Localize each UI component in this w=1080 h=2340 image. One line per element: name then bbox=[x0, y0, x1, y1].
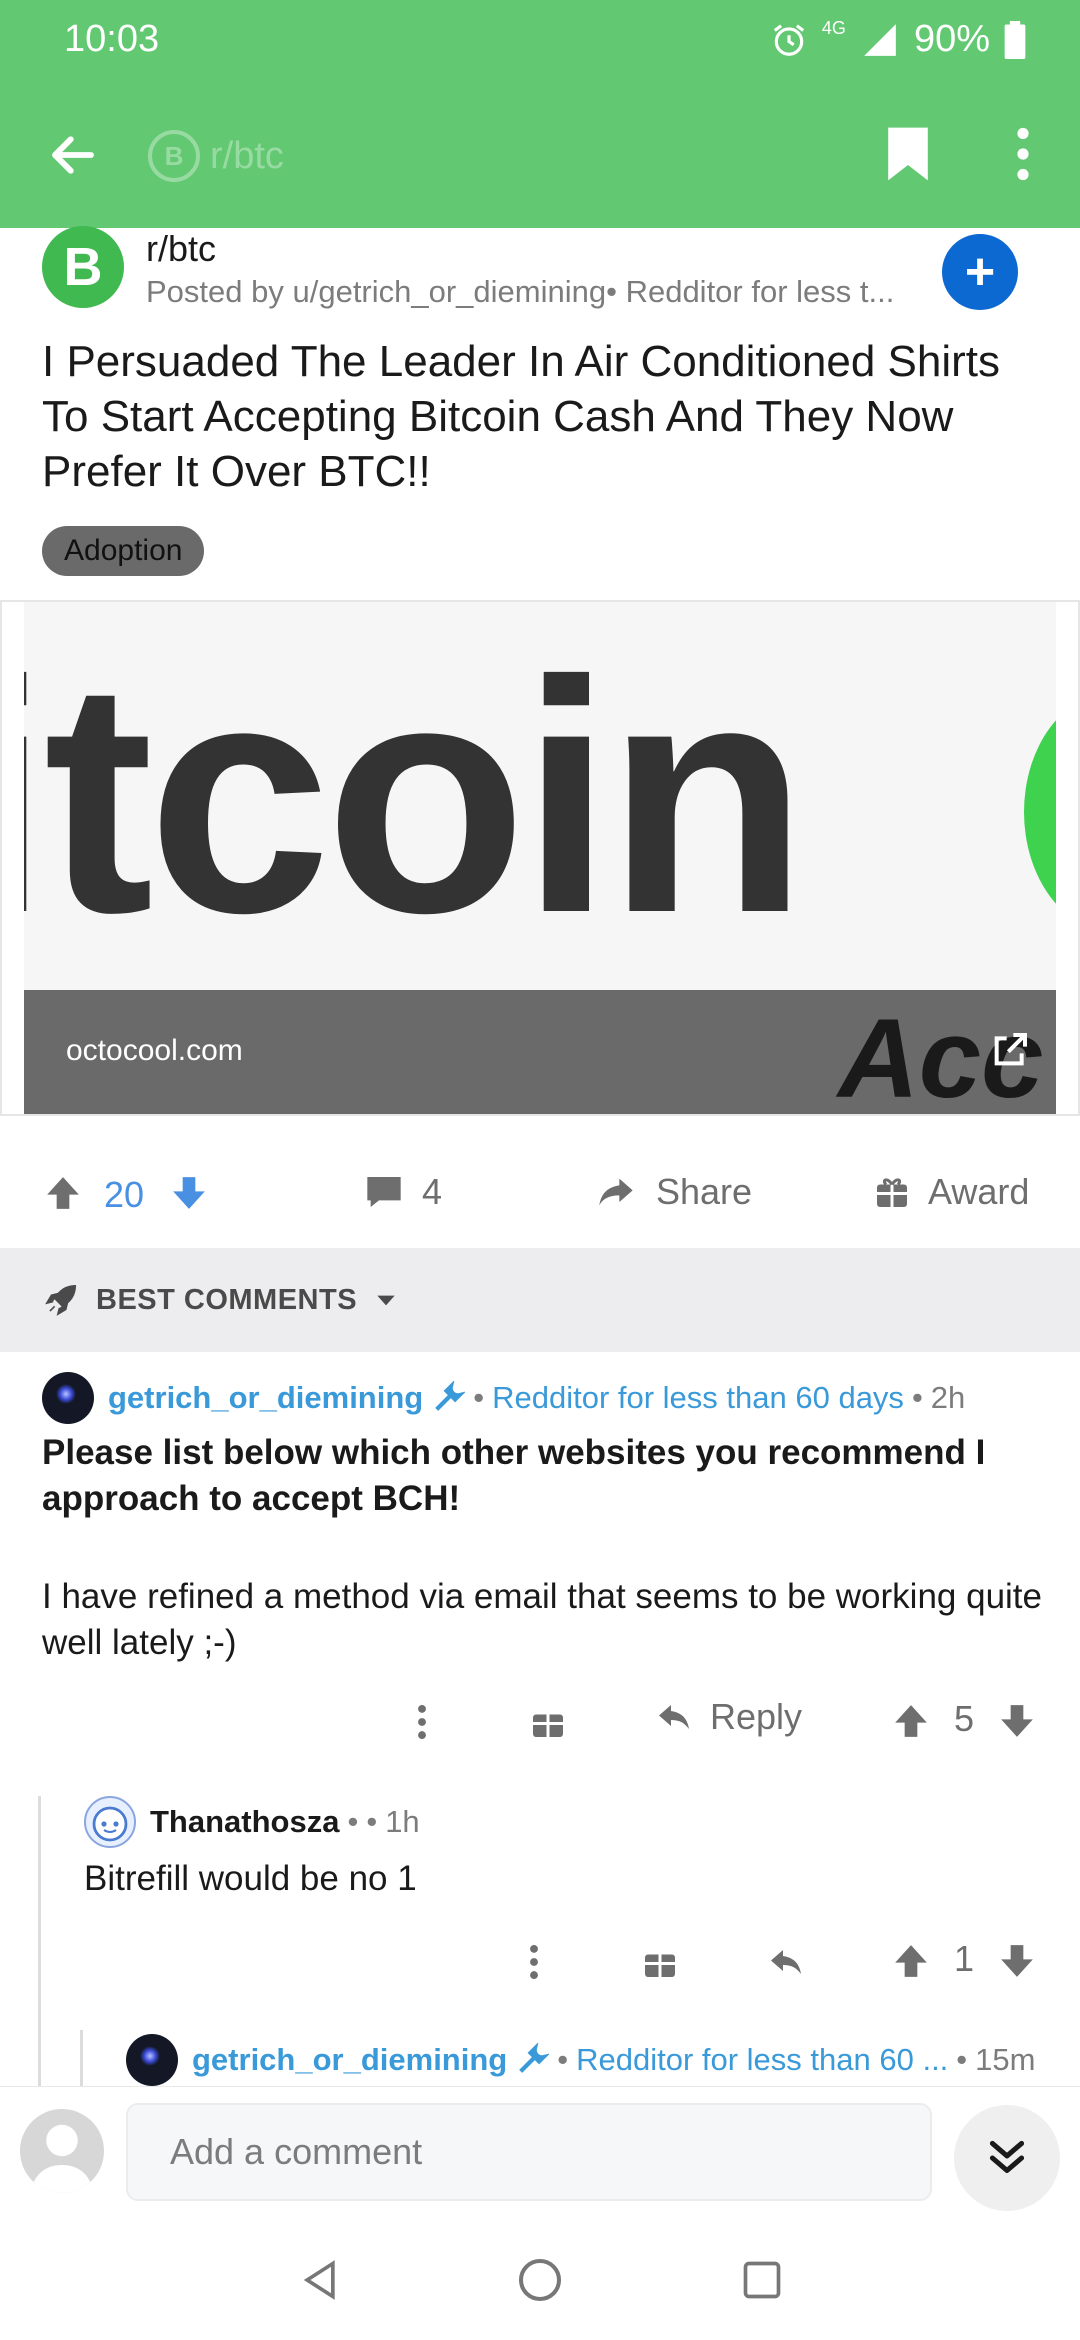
rocket-icon bbox=[45, 1284, 77, 1316]
gift-icon bbox=[877, 1178, 907, 1207]
wrench-icon bbox=[435, 1381, 466, 1411]
comment-body: Please list below which other websites y… bbox=[42, 1430, 1042, 1522]
battery-icon bbox=[1004, 20, 1026, 59]
subreddit-avatar[interactable]: B bbox=[42, 226, 124, 308]
status-icons: 4G 90% bbox=[770, 18, 1026, 61]
post-detail-screen: 10:03 4G 90% B r/btc B r/btc Posted by u… bbox=[0, 0, 1080, 2340]
subreddit-name[interactable]: r/btc bbox=[146, 228, 216, 270]
comment-meta: Thanathosza • • 1h bbox=[150, 1804, 420, 1840]
external-link-icon bbox=[994, 1033, 1027, 1066]
nav-recents-icon[interactable] bbox=[740, 2258, 784, 2302]
app-header: 10:03 4G 90% B r/btc bbox=[0, 0, 1080, 228]
comment-username[interactable]: getrich_or_diemining bbox=[108, 1380, 423, 1416]
comment-username[interactable]: getrich_or_diemining bbox=[192, 2042, 507, 2078]
comment-age: 1h bbox=[385, 1804, 420, 1839]
system-nav-bar bbox=[0, 2218, 1080, 2340]
sort-label: BEST COMMENTS bbox=[96, 1283, 358, 1316]
award-label: Award bbox=[928, 1171, 1030, 1212]
bookmark-icon[interactable] bbox=[886, 124, 930, 184]
comment-actions: Reply 5 bbox=[0, 1690, 1080, 1750]
reply-icon bbox=[659, 1705, 689, 1729]
comment-actions: 1 bbox=[0, 1930, 1080, 1990]
join-subreddit-button[interactable]: + bbox=[942, 234, 1018, 310]
downvote-icon[interactable] bbox=[998, 1702, 1036, 1740]
post-title: I Persuaded The Leader In Air Conditione… bbox=[42, 337, 1001, 496]
comment-bubble-icon bbox=[367, 1177, 401, 1207]
reply-label: Reply bbox=[710, 1696, 803, 1737]
snoo-icon bbox=[92, 1806, 128, 1842]
comments-button[interactable]: 4 bbox=[364, 1130, 442, 1254]
comment-bold-text: Please list below which other websites y… bbox=[42, 1433, 986, 1518]
alarm-icon bbox=[773, 23, 805, 56]
avatar[interactable] bbox=[42, 1372, 94, 1424]
comment-score: 5 bbox=[954, 1698, 975, 1739]
share-button[interactable]: Share bbox=[594, 1130, 752, 1254]
user-flair: Redditor for less than 60 ... bbox=[576, 2042, 949, 2077]
header-subreddit-name: r/btc bbox=[210, 134, 284, 177]
comment-count: 4 bbox=[422, 1171, 443, 1212]
award-button[interactable]: Award bbox=[874, 1130, 1029, 1254]
user-avatar[interactable] bbox=[20, 2109, 104, 2193]
upvote-icon[interactable] bbox=[44, 1174, 82, 1212]
bitcoin-cash-icon: B bbox=[148, 130, 200, 182]
add-comment-input[interactable]: Add a comment bbox=[126, 2103, 932, 2201]
comment-meta: getrich_or_diemining • Redditor for less… bbox=[192, 2042, 1036, 2078]
gift-icon[interactable] bbox=[530, 1704, 566, 1740]
comment-score: 1 bbox=[954, 1938, 975, 1979]
user-flair: Redditor for less than 60 days bbox=[492, 1380, 904, 1415]
nav-home-icon[interactable] bbox=[516, 2256, 564, 2304]
comment-age: 15m bbox=[975, 2042, 1036, 2077]
downvote-icon[interactable] bbox=[998, 1942, 1036, 1980]
post-score: 20 bbox=[104, 1174, 145, 1215]
comment-body-text: I have refined a method via email that s… bbox=[42, 1577, 1042, 1662]
link-domain: octocool.com bbox=[66, 1034, 243, 1067]
network-label: 4G bbox=[821, 18, 846, 38]
comment-username[interactable]: Thanathosza bbox=[150, 1804, 339, 1840]
comment-composer-bar: Add a comment bbox=[0, 2086, 1080, 2218]
avatar[interactable] bbox=[84, 1796, 136, 1848]
double-chevron-down-icon bbox=[989, 2140, 1025, 2173]
battery-percent: 90% bbox=[913, 18, 990, 60]
avatar[interactable] bbox=[126, 2034, 178, 2086]
status-time: 10:03 bbox=[64, 18, 160, 60]
post-flair[interactable]: Adoption bbox=[42, 526, 205, 576]
default-user-icon bbox=[30, 2124, 94, 2193]
share-label: Share bbox=[656, 1171, 753, 1212]
link-domain-bar[interactable]: Acc octocool.com bbox=[24, 990, 1056, 1114]
jump-down-button[interactable] bbox=[954, 2105, 1060, 2211]
reply-button[interactable]: Reply bbox=[654, 1696, 802, 1738]
upvote-icon[interactable] bbox=[892, 1942, 930, 1980]
nav-back-icon[interactable] bbox=[298, 2256, 342, 2304]
downvote-icon[interactable] bbox=[170, 1174, 208, 1212]
preview-logo-circle bbox=[1024, 692, 1056, 932]
preview-image-text: itcoin bbox=[24, 612, 808, 981]
comment-sort-bar[interactable]: BEST COMMENTS bbox=[0, 1248, 1080, 1352]
share-arrow-icon bbox=[599, 1178, 633, 1206]
header-subreddit[interactable]: B r/btc bbox=[148, 130, 284, 182]
comment-meta: getrich_or_diemining • Redditor for less… bbox=[108, 1380, 966, 1416]
back-arrow-icon[interactable] bbox=[46, 128, 100, 182]
reply-icon[interactable] bbox=[766, 1944, 806, 1980]
gift-icon[interactable] bbox=[642, 1944, 678, 1980]
more-options-icon[interactable] bbox=[526, 1944, 542, 1980]
more-options-icon[interactable] bbox=[414, 1704, 430, 1740]
link-preview-image[interactable]: itcoin bbox=[24, 602, 1056, 990]
dropdown-caret-icon bbox=[377, 1295, 395, 1306]
post-actions: 20 4 Share Award bbox=[0, 1130, 1080, 1254]
comment-body-text: Bitrefill would be no 1 bbox=[84, 1859, 417, 1898]
wrench-icon bbox=[519, 2043, 550, 2073]
thread-line bbox=[80, 2030, 83, 2086]
comment-age: 2h bbox=[930, 1380, 966, 1415]
posted-by-line[interactable]: Posted by u/getrich_or_diemining• Reddit… bbox=[146, 274, 926, 310]
signal-icon bbox=[864, 23, 896, 56]
upvote-icon[interactable] bbox=[892, 1702, 930, 1740]
more-options-icon[interactable] bbox=[1004, 126, 1042, 182]
